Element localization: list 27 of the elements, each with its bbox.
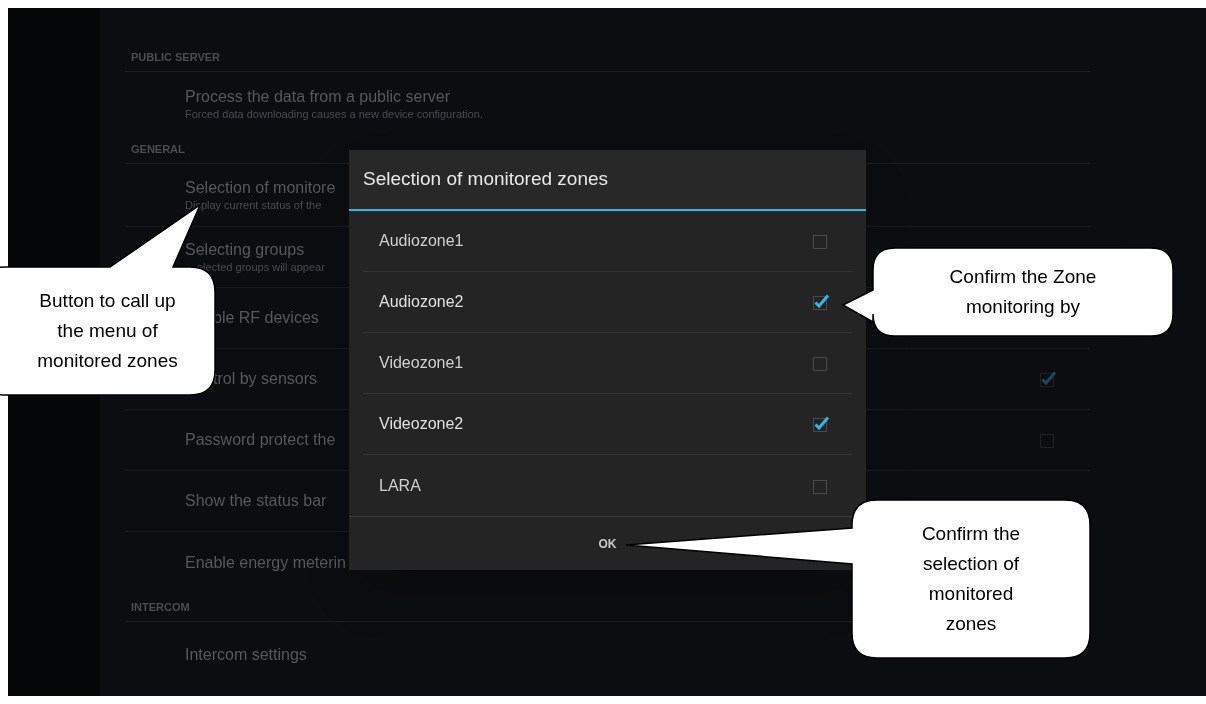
setting-title[interactable]: Intercom settings xyxy=(185,645,307,665)
section-header: PUBLIC SERVER xyxy=(125,44,1090,72)
option-row[interactable]: Videozone1 xyxy=(363,333,852,394)
option-label: LARA xyxy=(379,475,421,496)
checkbox[interactable] xyxy=(812,415,830,433)
setting-title[interactable]: Password protect the xyxy=(185,430,336,450)
setting-title[interactable]: Selecting groups xyxy=(185,239,325,260)
option-label: Videozone2 xyxy=(379,414,464,434)
checkbox[interactable] xyxy=(1039,370,1057,388)
checkbox[interactable] xyxy=(812,232,830,250)
ok-button[interactable]: OK xyxy=(595,532,620,555)
option-label: Videozone1 xyxy=(379,353,464,373)
callout-text: Button to call up the menu of monitored zones xyxy=(36,289,179,373)
checkbox[interactable] xyxy=(812,354,830,372)
option-label: Audiozone2 xyxy=(379,292,464,312)
option-row[interactable]: LARA xyxy=(363,455,852,516)
option-row[interactable]: Videozone2 xyxy=(363,394,852,455)
dialog-title: Selection of monitored zones xyxy=(349,150,866,211)
setting-title[interactable]: Process the data from a public server xyxy=(185,86,483,107)
option-row[interactable]: Audiozone1 xyxy=(363,211,852,272)
option-label: Audiozone1 xyxy=(379,231,464,251)
setting-title[interactable]: Show the status bar xyxy=(185,491,327,511)
setting-summary: Forced data downloading causes a new device configuration. xyxy=(185,106,483,122)
setting-title[interactable]: Selection of monitore xyxy=(185,177,336,198)
setting-title[interactable]: Enable energy meterin xyxy=(185,553,346,573)
checkbox[interactable] xyxy=(812,293,830,311)
callout-text: Confirm the Zone monitoring by xyxy=(948,265,1098,319)
